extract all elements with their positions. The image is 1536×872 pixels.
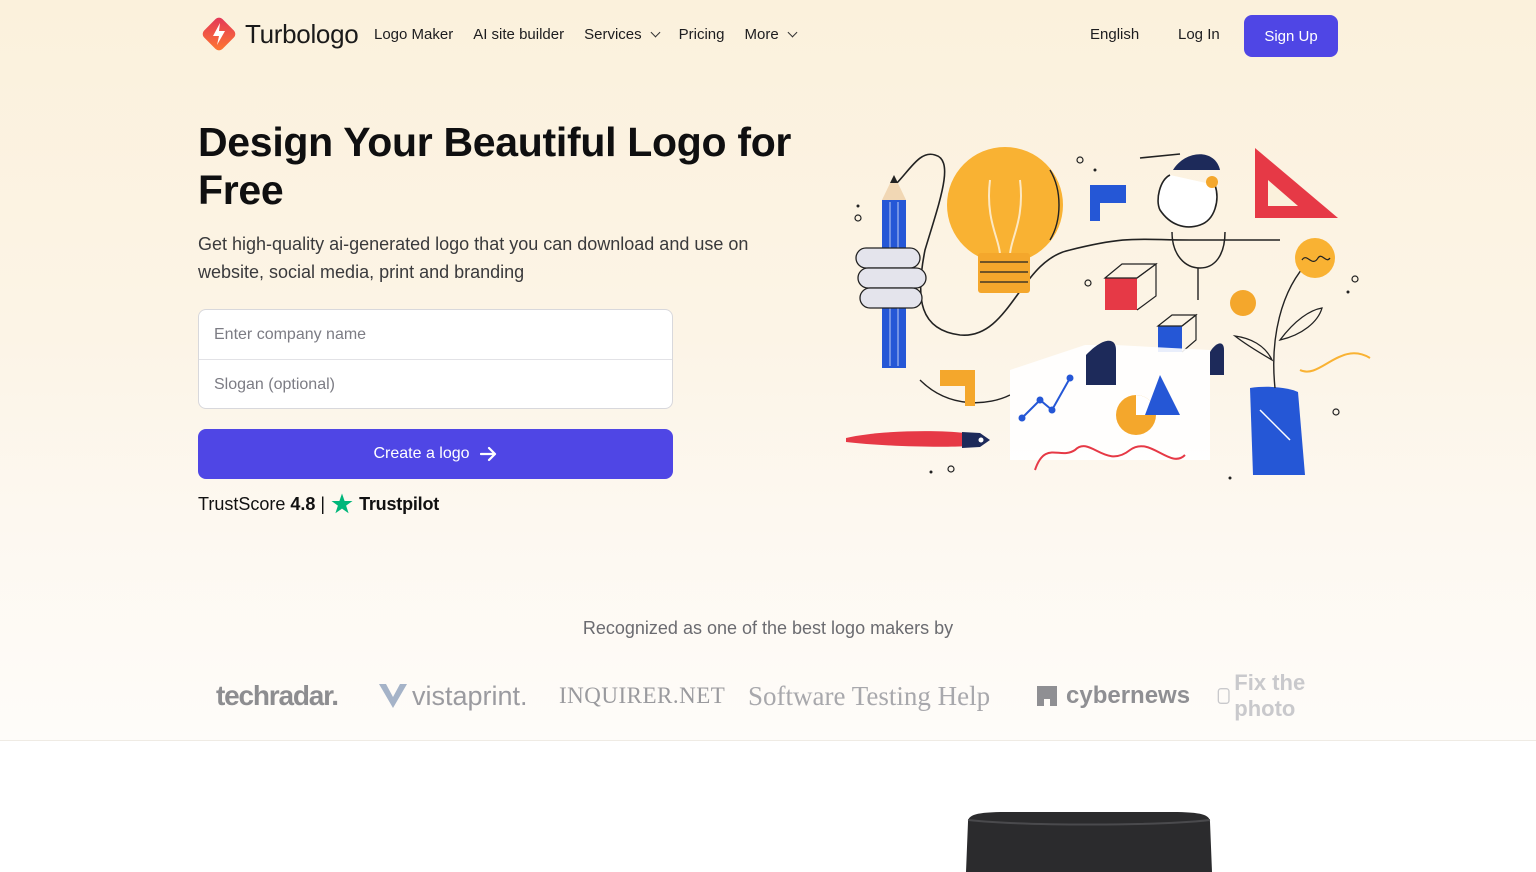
nav-label: Pricing <box>678 26 725 43</box>
brand-logos-row: techradar. vistaprint. INQUIRER.NET Soft… <box>216 670 1326 721</box>
company-name-input[interactable] <box>199 310 672 359</box>
recognized-heading: Recognized as one of the best logo maker… <box>582 618 954 638</box>
software-testing-help-logo: Software Testing Help <box>748 676 990 716</box>
brand-text: INQUIRER.NET <box>559 683 726 708</box>
brand-text: vistaprint. <box>412 680 528 711</box>
trust-separator: | <box>320 493 326 514</box>
vistaprint-v-icon <box>379 684 407 708</box>
language-selector[interactable]: English <box>1090 26 1139 43</box>
inquirer-logo: INQUIRER.NET <box>559 676 725 716</box>
logo-form <box>198 309 673 409</box>
main-nav: Logo Maker AI site builder Services Pric… <box>374 26 816 43</box>
turbologo-mark-icon <box>202 17 236 51</box>
nav-ai-site-builder[interactable]: AI site builder <box>473 26 564 43</box>
brand-text: cybernews <box>1066 682 1191 709</box>
hero-subtitle: Get high-quality ai-generated logo that … <box>198 234 749 282</box>
nav-logo-maker[interactable]: Logo Maker <box>374 26 453 43</box>
brand-text: techradar. <box>216 680 339 711</box>
cybernews-logo: cybernews <box>1036 676 1190 716</box>
vistaprint-logo: vistaprint. <box>378 676 528 716</box>
trustpilot-star-icon <box>331 493 353 514</box>
brand-text: Fix the photo <box>1234 670 1306 721</box>
hero-section: Turbologo Logo Maker AI site builder Ser… <box>0 0 1536 741</box>
trust-score[interactable]: TrustScore 4.8 | Trustpilot <box>198 492 439 516</box>
nav-label: Services <box>584 26 642 43</box>
techradar-logo: techradar. <box>216 676 339 716</box>
hero-title: Design Your Beautiful Logo for Free <box>198 119 792 213</box>
brand-text: Software Testing Help <box>748 680 991 711</box>
trust-label: TrustScore <box>198 493 286 514</box>
brand-logo[interactable]: Turbologo <box>199 14 359 54</box>
nav-pricing[interactable]: Pricing <box>679 26 725 43</box>
arrow-right-icon <box>479 446 496 462</box>
nav-label: Logo Maker <box>374 26 454 43</box>
chevron-down-icon <box>787 27 798 38</box>
signup-button[interactable]: Sign Up <box>1244 15 1338 57</box>
create-logo-button[interactable]: Create a logo <box>198 429 673 479</box>
fixthephoto-logo: Fix the photo <box>1217 670 1326 721</box>
chevron-down-icon <box>650 27 661 38</box>
nav-more[interactable]: More <box>744 26 798 43</box>
brand-name: Turbologo <box>245 18 359 49</box>
nav-label: More <box>744 26 779 43</box>
slogan-input[interactable] <box>199 360 672 408</box>
login-link[interactable]: Log In <box>1178 26 1220 43</box>
cybernews-mark-icon <box>1037 686 1057 706</box>
create-logo-label: Create a logo <box>373 445 470 462</box>
fixthephoto-mark-icon <box>1217 688 1230 704</box>
trustpilot-wordmark: Trustpilot <box>359 493 440 514</box>
nav-services[interactable]: Services <box>584 26 661 43</box>
mug-image <box>966 812 1212 872</box>
hero-illustration <box>846 147 1371 480</box>
trust-score-value: 4.8 <box>290 493 316 514</box>
nav-label: AI site builder <box>473 26 565 43</box>
